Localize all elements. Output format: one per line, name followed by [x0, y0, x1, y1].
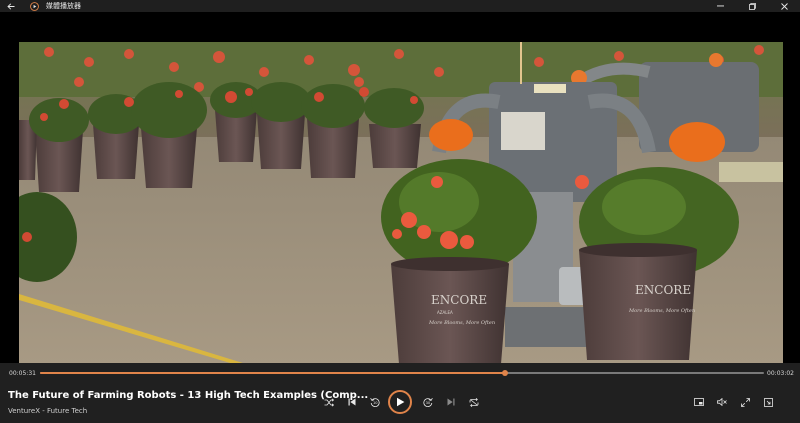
pot-brand-text: ENCORE: [431, 293, 487, 307]
volume-button[interactable]: [710, 390, 734, 414]
seek-bar[interactable]: [40, 370, 764, 376]
duration-time: 00:03:02: [767, 370, 794, 377]
fullscreen-button[interactable]: [733, 390, 757, 414]
current-time: 00:05:31: [9, 370, 36, 377]
miniplayer-icon: [694, 398, 704, 406]
video-frame[interactable]: ENCORE AZALEA More Blooms, More Often EN…: [19, 42, 783, 368]
back-arrow-icon: [7, 2, 15, 10]
svg-text:30: 30: [426, 401, 431, 405]
rewind-10-icon: 10: [370, 397, 380, 407]
fullscreen-icon: [740, 397, 750, 407]
pot-slogan-text-2: More Blooms, More Often: [628, 308, 695, 314]
close-icon: [780, 2, 788, 10]
play-button[interactable]: [388, 390, 412, 414]
app-title: 媒體播放器: [46, 2, 81, 10]
repeat-icon: [469, 397, 479, 407]
media-player-logo-icon: [28, 0, 40, 12]
video-scene: ENCORE AZALEA More Blooms, More Often EN…: [19, 42, 783, 368]
next-track-icon: [447, 398, 455, 406]
pot-brand-text-2: ENCORE: [635, 283, 691, 297]
pot-slogan-text: More Blooms, More Often: [428, 320, 495, 326]
forward-button[interactable]: 30: [416, 390, 440, 414]
previous-button[interactable]: [340, 390, 364, 414]
seek-bar-progress: [40, 372, 505, 374]
more-button[interactable]: [756, 390, 780, 414]
media-subtitle: VentureX - Future Tech: [8, 407, 88, 415]
back-button[interactable]: [0, 0, 22, 12]
seek-bar-thumb[interactable]: [501, 370, 508, 376]
restore-button[interactable]: [736, 0, 768, 12]
minimize-icon: [716, 5, 724, 7]
more-icon: [763, 397, 773, 407]
miniplayer-button[interactable]: [687, 390, 711, 414]
svg-text:10: 10: [373, 401, 378, 405]
title-bar: 媒體播放器: [0, 0, 800, 12]
forward-30-icon: 30: [423, 397, 433, 407]
volume-muted-icon: [717, 398, 727, 406]
play-icon: [396, 397, 405, 407]
next-button[interactable]: [439, 390, 463, 414]
repeat-button[interactable]: [462, 390, 486, 414]
media-title: The Future of Farming Robots - 13 High T…: [8, 390, 369, 401]
previous-track-icon: [348, 398, 356, 406]
minimize-button[interactable]: [704, 0, 736, 12]
close-button[interactable]: [768, 0, 800, 12]
rewind-button[interactable]: 10: [363, 390, 387, 414]
restore-icon: [748, 2, 756, 10]
player-controls: 00:05:31 00:03:02 The Future of Farming …: [0, 363, 800, 423]
shuffle-icon: [324, 397, 334, 407]
pot-brand-sub-text: AZALEA: [437, 310, 453, 315]
shuffle-button[interactable]: [317, 390, 341, 414]
